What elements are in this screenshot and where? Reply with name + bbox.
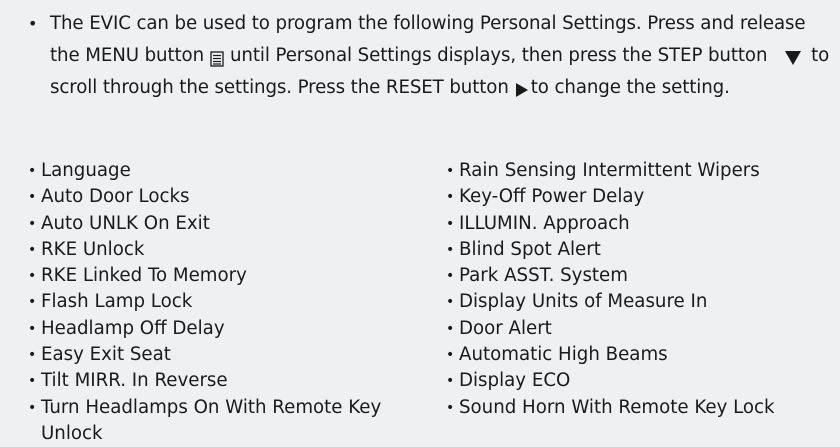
intro-text-part2: until Personal Settings displays, then p… <box>230 45 768 66</box>
list-item: Language <box>28 158 428 185</box>
list-item: Auto UNLK On Exit <box>28 211 428 238</box>
setting-label: Blind Spot Alert <box>459 238 601 260</box>
setting-label: Headlamp Off Delay <box>41 317 225 339</box>
list-item: Auto Door Locks <box>28 184 428 211</box>
setting-label: Sound Horn With Remote Key Lock <box>459 396 775 418</box>
setting-label: Auto Door Locks <box>41 186 190 208</box>
list-item: ILLUMIN. Approach <box>446 211 836 238</box>
intro-text: The EVIC can be used to program the foll… <box>50 8 834 104</box>
setting-label: ILLUMIN. Approach <box>459 212 630 234</box>
list-item: Blind Spot Alert <box>446 237 836 264</box>
list-item: Headlamp Off Delay <box>28 316 428 343</box>
list-item: RKE Linked To Memory <box>28 263 428 290</box>
setting-label: Auto UNLK On Exit <box>41 212 210 234</box>
document-page: • The EVIC can be used to program the fo… <box>0 0 840 444</box>
intro-text-part4: to change the setting. <box>530 77 730 98</box>
setting-label: Language <box>41 160 131 181</box>
setting-label-continued: Unlock <box>41 422 103 444</box>
list-item: Easy Exit Seat <box>28 342 428 369</box>
menu-icon <box>210 46 224 67</box>
setting-label: Key-Off Power Delay <box>459 186 645 208</box>
intro-bullet: • <box>28 14 38 33</box>
list-item: Key-Off Power Delay <box>446 184 836 211</box>
list-item: Rain Sensing Intermittent Wipers <box>446 158 836 185</box>
setting-label: Flash Lamp Lock <box>41 291 193 313</box>
list-item: Door Alert <box>446 316 836 343</box>
list-item: Sound Horn With Remote Key Lock <box>446 395 836 422</box>
setting-label: Automatic High Beams <box>459 344 668 366</box>
setting-label: RKE Unlock <box>41 238 145 260</box>
list-item: Display Units of Measure In <box>446 289 836 316</box>
setting-label: Rain Sensing Intermittent Wipers <box>459 160 760 181</box>
list-item: Tilt MIRR. In Reverse <box>28 368 428 395</box>
list-item: Flash Lamp Lock <box>28 289 428 316</box>
list-item: Display ECO <box>446 368 836 395</box>
setting-label: Tilt MIRR. In Reverse <box>41 370 228 392</box>
settings-list-right: Rain Sensing Intermittent Wipers Key-Off… <box>446 158 836 421</box>
setting-label: Display Units of Measure In <box>459 291 708 313</box>
setting-label: Display ECO <box>459 370 571 392</box>
list-item: RKE Unlock <box>28 237 428 264</box>
setting-label: Door Alert <box>459 317 552 339</box>
reset-right-triangle-icon <box>515 77 529 97</box>
list-item: Turn Headlamps On With Remote Key Unlock <box>28 395 428 447</box>
setting-label: Easy Exit Seat <box>41 344 171 366</box>
setting-label: Turn Headlamps On With Remote Key <box>41 396 382 418</box>
list-item: Park ASST. System <box>446 263 836 290</box>
list-item: Automatic High Beams <box>446 342 836 369</box>
intro-paragraph: • The EVIC can be used to program the fo… <box>28 8 834 104</box>
setting-label: Park ASST. System <box>459 265 628 287</box>
setting-label: RKE Linked To Memory <box>41 265 247 287</box>
step-down-triangle-icon <box>785 45 802 65</box>
settings-list-left: Language Auto Door Locks Auto UNLK On Ex… <box>28 158 428 447</box>
